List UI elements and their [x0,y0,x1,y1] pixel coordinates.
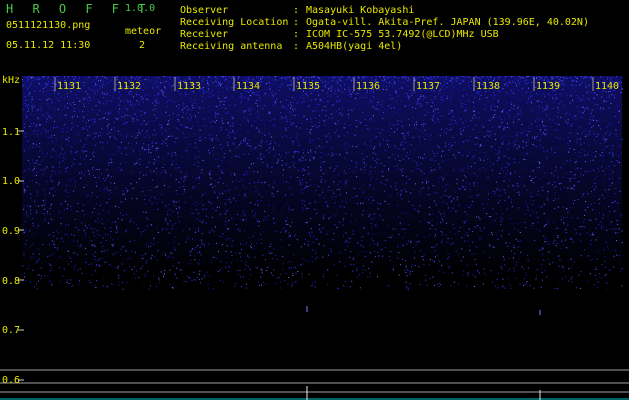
header-panel: H R O F F T 1.0.0 0511121130.png meteor … [0,0,629,74]
time-label-1131: 1131 [57,81,81,92]
time-label-1136: 1136 [356,81,380,92]
time-label-1139: 1139 [536,81,560,92]
y-tick-label-1.1: 1.1 [2,127,20,138]
y-tick-label-0.6: 0.6 [2,375,20,386]
datetime: 05.11.12 11:30 [6,40,91,51]
time-label-1133: 1133 [177,81,201,92]
info-sep-receiver: : [293,29,300,40]
spectrogram-canvas: kHz 1.1 1.0 0.9 0.8 0.7 0.6 1131 1132 11… [0,74,629,400]
time-label-1132: 1132 [117,81,141,92]
file-name: 0511121130.png [6,20,91,31]
noise-wash [22,76,622,276]
info-value-observer: Masayuki Kobayashi [306,5,415,16]
time-label-1135: 1135 [296,81,320,92]
info-label-observer: Observer [180,5,229,16]
time-label-1134: 1134 [236,81,260,92]
time-label-1137: 1137 [416,81,440,92]
time-label-1140: 1140 [595,81,619,92]
info-sep-antenna: : [293,41,300,52]
y-tick-label-0.7: 0.7 [2,325,20,336]
y-axis-unit: kHz [2,75,20,86]
info-label-receiver: Receiver [180,29,229,40]
meteor-label: meteor [125,26,162,37]
spectrogram: kHz 1.1 1.0 0.9 0.8 0.7 0.6 1131 1132 11… [0,74,629,400]
app-version: 1.0.0 [125,3,156,14]
info-sep-location: : [293,17,300,28]
y-tick-label-1.0: 1.0 [2,176,20,187]
y-tick-label-0.9: 0.9 [2,226,20,237]
y-tick-label-0.8: 0.8 [2,276,20,287]
info-value-antenna: A504HB(yagi 4el) [306,41,403,52]
info-sep-observer: : [293,5,300,16]
info-label-antenna: Receiving antenna [180,41,283,52]
time-label-1138: 1138 [476,81,500,92]
meteor-count: 2 [139,40,146,51]
info-value-location: Ogata-vill. Akita-Pref. JAPAN (139.96E, … [306,17,589,28]
info-value-receiver: ICOM IC-575 53.7492(@LCD)MHz USB [306,29,499,40]
info-label-location: Receiving Location [180,17,289,28]
